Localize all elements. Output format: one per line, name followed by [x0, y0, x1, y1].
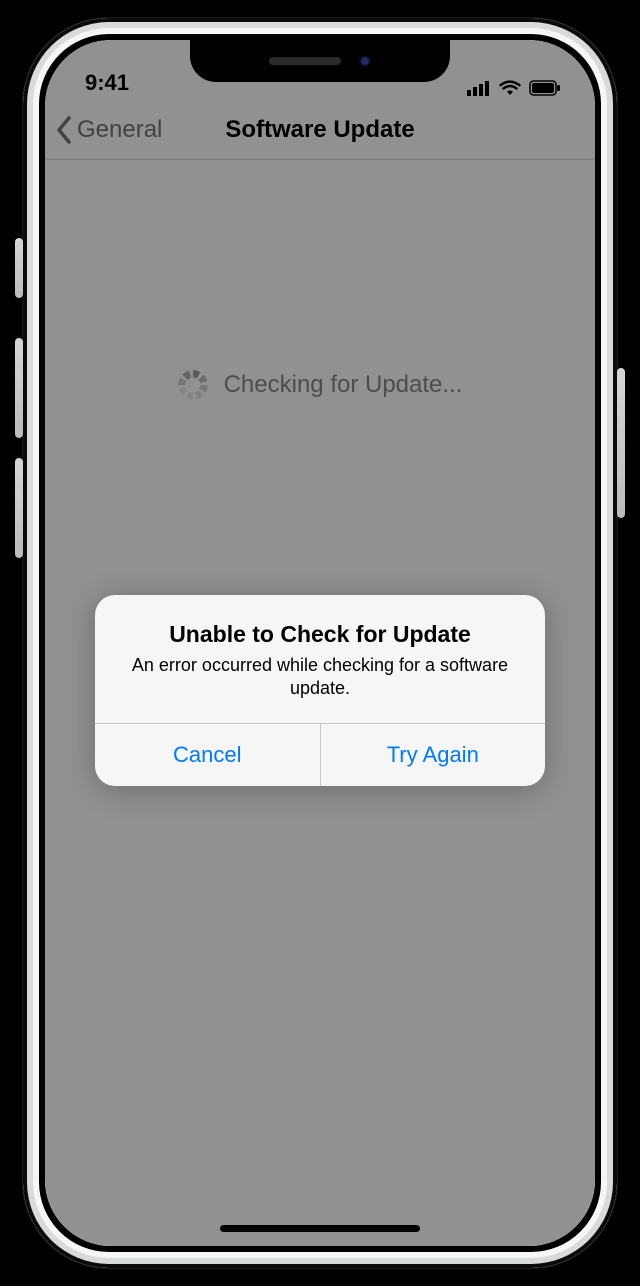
cancel-button[interactable]: Cancel [95, 724, 320, 786]
speaker-grille [269, 57, 341, 65]
wifi-icon [499, 80, 521, 96]
alert-message: An error occurred while checking for a s… [117, 654, 523, 701]
screen: 9:41 [45, 40, 595, 1246]
volume-up-button [15, 338, 23, 438]
home-indicator[interactable] [220, 1225, 420, 1232]
back-button[interactable]: General [55, 100, 162, 159]
front-camera [359, 55, 371, 67]
volume-down-button [15, 458, 23, 558]
battery-icon [529, 80, 561, 96]
cellular-icon [467, 80, 491, 96]
nav-bar: General Software Update [45, 100, 595, 160]
chevron-left-icon [55, 116, 73, 144]
status-time: 9:41 [85, 70, 129, 96]
try-again-button[interactable]: Try Again [320, 724, 546, 786]
spinner-icon [178, 370, 208, 400]
notch [190, 40, 450, 82]
checking-text: Checking for Update... [224, 371, 463, 399]
silent-switch [15, 238, 23, 298]
alert-actions: Cancel Try Again [95, 723, 545, 786]
alert-dialog: Unable to Check for Update An error occu… [95, 595, 545, 786]
alert-title: Unable to Check for Update [117, 621, 523, 648]
checking-status: Checking for Update... [178, 370, 463, 400]
page-title: Software Update [225, 116, 414, 144]
back-label: General [77, 116, 162, 144]
phone-frame: 9:41 [23, 18, 617, 1268]
power-button [617, 368, 625, 518]
